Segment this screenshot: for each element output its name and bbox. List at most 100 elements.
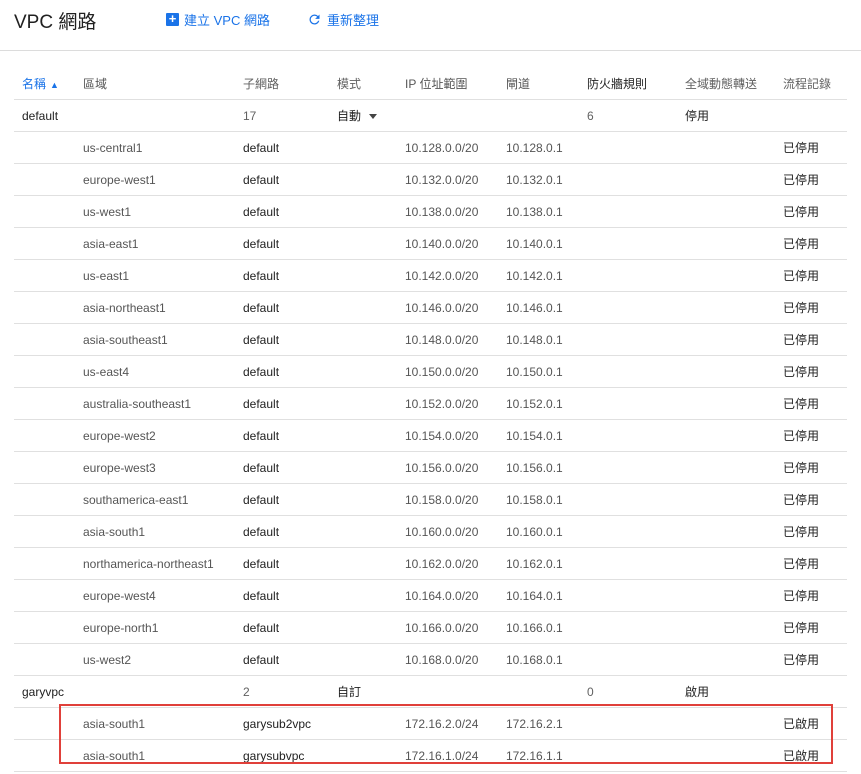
refresh-button[interactable]: 重新整理 [307, 10, 379, 29]
subnet-flow-logs: 已停用 [783, 173, 820, 187]
subnet-flow-logs: 已停用 [783, 493, 820, 507]
subnet-name[interactable]: default [243, 484, 279, 516]
subnet-name[interactable]: default [243, 164, 279, 196]
subnet-gateway: 10.150.0.1 [506, 365, 563, 379]
network-row[interactable]: garyvpc 2 自訂 0 啟用 [14, 676, 847, 708]
subnet-name[interactable]: default [243, 356, 279, 388]
subnet-region: asia-south1 [83, 749, 146, 763]
subnet-name[interactable]: default [243, 420, 279, 452]
subnet-name[interactable]: garysubvpc [243, 740, 304, 772]
subnet-gateway: 10.168.0.1 [506, 653, 563, 667]
create-vpc-label: 建立 VPC 網路 [184, 13, 270, 28]
dynamic-routing-value: 停用 [685, 109, 710, 123]
subnet-ip-range: 10.138.0.0/20 [405, 205, 479, 219]
create-vpc-button[interactable]: + 建立 VPC 網路 [166, 10, 270, 29]
subnet-row: us-east1 default 10.142.0.0/20 10.142.0.1 已停… [14, 260, 847, 292]
subnet-row: europe-west3 default 10.156.0.0/20 10.156.0… [14, 452, 847, 484]
subnet-row: us-central1 default 10.128.0.0/20 10.128.0.… [14, 132, 847, 164]
network-row[interactable]: default 17 自動 6 停用 [14, 100, 847, 132]
subnet-flow-logs: 已停用 [783, 589, 820, 603]
subnet-flow-logs: 已啟用 [783, 717, 820, 731]
subnet-region: europe-west2 [83, 429, 156, 443]
subnet-name[interactable]: default [243, 612, 279, 644]
subnet-region: asia-south1 [83, 525, 146, 539]
mode-dropdown[interactable]: 自動 [337, 100, 378, 132]
subnet-flow-logs: 已停用 [783, 653, 820, 667]
network-name[interactable]: default [22, 100, 58, 132]
subnet-ip-range: 10.154.0.0/20 [405, 429, 479, 443]
subnet-ip-range: 10.164.0.0/20 [405, 589, 479, 603]
subnet-name[interactable]: garysub2vpc [243, 708, 311, 740]
subnet-ip-range: 10.140.0.0/20 [405, 237, 479, 251]
column-header-region[interactable]: 區域 [83, 68, 107, 100]
subnet-region: europe-west3 [83, 461, 156, 475]
subnet-flow-logs: 已啟用 [783, 749, 820, 763]
subnet-row: europe-west2 default 10.154.0.0/20 10.154.0… [14, 420, 847, 452]
subnet-row: europe-north1 default 10.166.0.0/20 10.166.… [14, 612, 847, 644]
subnet-name[interactable]: default [243, 548, 279, 580]
subnet-row: asia-south1 garysubvpc 172.16.1.0/24 172.16… [14, 740, 847, 772]
subnet-name[interactable]: default [243, 292, 279, 324]
subnet-row: australia-southeast1 default 10.152.0.0/20… [14, 388, 847, 420]
subnet-ip-range: 10.166.0.0/20 [405, 621, 479, 635]
column-header-name[interactable]: 名稱 ▲ [22, 68, 59, 100]
subnet-name[interactable]: default [243, 260, 279, 292]
firewall-rule-count[interactable]: 6 [587, 100, 594, 132]
subnet-region: southamerica-east1 [83, 493, 189, 507]
subnet-gateway: 172.16.2.1 [506, 717, 563, 731]
column-header-subnet[interactable]: 子網路 [243, 68, 279, 100]
subnet-row: us-east4 default 10.150.0.0/20 10.150.0.1 已停… [14, 356, 847, 388]
subnet-flow-logs: 已停用 [783, 397, 820, 411]
column-header-gateway[interactable]: 閘道 [506, 68, 530, 100]
subnet-flow-logs: 已停用 [783, 429, 820, 443]
subnet-name[interactable]: default [243, 452, 279, 484]
subnet-region: northamerica-northeast1 [83, 557, 214, 571]
subnet-row: northamerica-northeast1 default 10.162.0.0… [14, 548, 847, 580]
column-header-flow-logs[interactable]: 流程記錄 [783, 68, 831, 100]
column-header-routing[interactable]: 全域動態轉送 [685, 68, 757, 100]
subnet-name[interactable]: default [243, 580, 279, 612]
network-name[interactable]: garyvpc [22, 676, 64, 708]
subnet-region: australia-southeast1 [83, 397, 192, 411]
subnet-flow-logs: 已停用 [783, 237, 820, 251]
refresh-icon [309, 14, 320, 25]
subnet-row: asia-southeast1 default 10.148.0.0/20 10.14… [14, 324, 847, 356]
subnet-row: europe-west1 default 10.132.0.0/20 10.132.0… [14, 164, 847, 196]
subnet-region: europe-north1 [83, 621, 159, 635]
subnet-gateway: 10.140.0.1 [506, 237, 563, 251]
column-header-ip-range[interactable]: IP 位址範圍 [405, 68, 467, 100]
subnet-gateway: 10.152.0.1 [506, 397, 563, 411]
subnet-name[interactable]: default [243, 516, 279, 548]
subnet-row: asia-east1 default 10.140.0.0/20 10.140.0.1… [14, 228, 847, 260]
subnet-row: asia-south1 default 10.160.0.0/20 10.160.0.… [14, 516, 847, 548]
mode-label: 自動 [337, 109, 362, 123]
subnet-gateway: 10.158.0.1 [506, 493, 563, 507]
subnet-gateway: 172.16.1.1 [506, 749, 563, 763]
subnet-ip-range: 10.168.0.0/20 [405, 653, 479, 667]
subnet-ip-range: 10.152.0.0/20 [405, 397, 479, 411]
subnet-name[interactable]: default [243, 132, 279, 164]
subnet-ip-range: 10.160.0.0/20 [405, 525, 479, 539]
subnet-row: us-west1 default 10.138.0.0/20 10.138.0.1 已停… [14, 196, 847, 228]
subnet-name[interactable]: default [243, 388, 279, 420]
subnet-name[interactable]: default [243, 196, 279, 228]
subnet-ip-range: 10.158.0.0/20 [405, 493, 479, 507]
subnet-name[interactable]: default [243, 644, 279, 676]
subnet-gateway: 10.146.0.1 [506, 301, 563, 315]
column-header-firewall[interactable]: 防火牆規則 [587, 68, 647, 100]
firewall-rule-count[interactable]: 0 [587, 676, 594, 708]
table-header: 名稱 ▲ 區域 子網路 模式 IP 位址範圍 閘道 防火牆規則 全域動態轉送 流程… [14, 68, 847, 100]
subnet-flow-logs: 已停用 [783, 301, 820, 315]
subnet-flow-logs: 已停用 [783, 365, 820, 379]
subnet-gateway: 10.154.0.1 [506, 429, 563, 443]
subnet-gateway: 10.142.0.1 [506, 269, 563, 283]
mode-value: 自訂 [337, 676, 361, 708]
subnet-ip-range: 172.16.2.0/24 [405, 717, 479, 731]
subnet-gateway: 10.164.0.1 [506, 589, 563, 603]
subnet-region: europe-west1 [83, 173, 156, 187]
column-header-mode[interactable]: 模式 [337, 68, 361, 100]
subnet-flow-logs: 已停用 [783, 525, 820, 539]
subnet-name[interactable]: default [243, 228, 279, 260]
subnet-gateway: 10.156.0.1 [506, 461, 563, 475]
subnet-name[interactable]: default [243, 324, 279, 356]
